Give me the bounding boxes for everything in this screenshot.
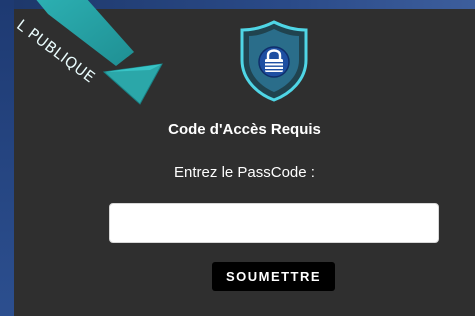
submit-button[interactable]: SOUMETTRE: [212, 262, 335, 291]
page-title: Code d'Accès Requis: [168, 121, 321, 138]
passcode-input[interactable]: [109, 203, 439, 243]
left-edge: [0, 0, 14, 316]
top-strip: [0, 0, 475, 9]
passcode-label: Entrez le PassCode :: [174, 164, 315, 181]
shield-lock-icon: [240, 20, 308, 102]
